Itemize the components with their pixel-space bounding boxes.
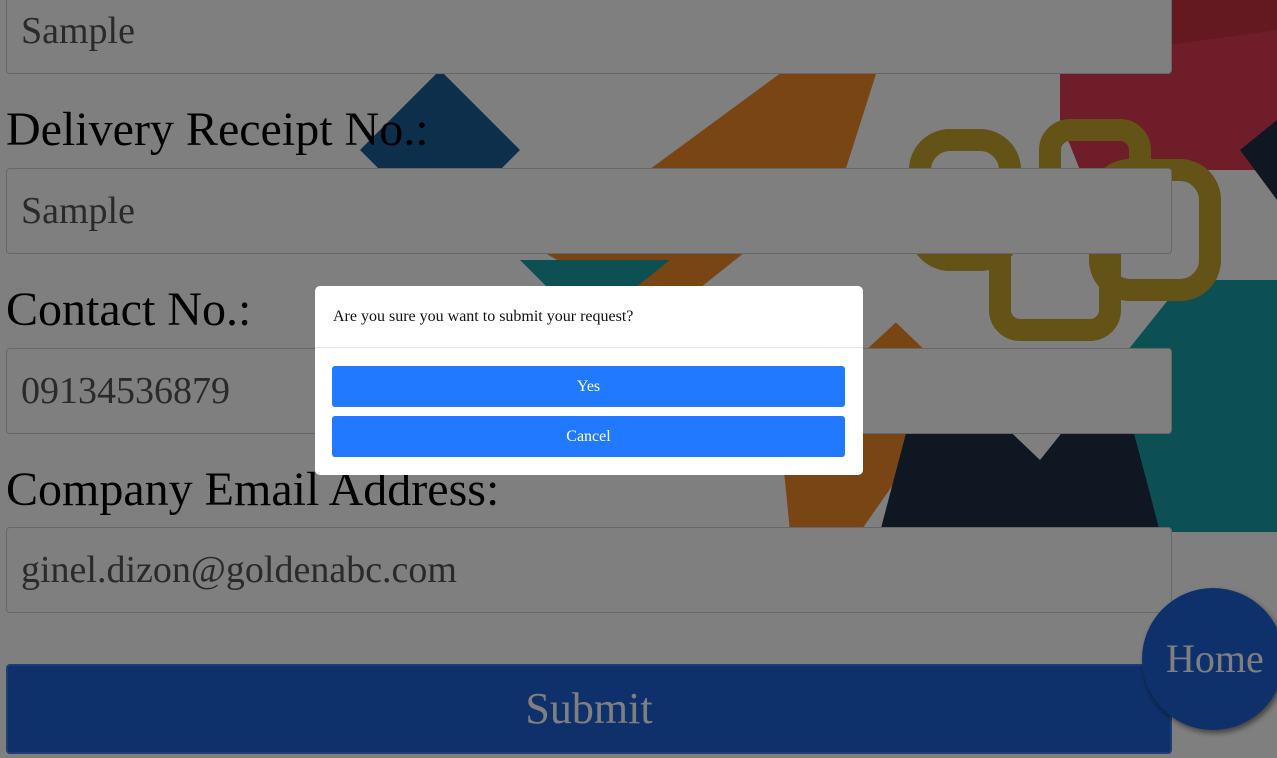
yes-button[interactable]: Yes [332, 366, 845, 407]
cancel-button[interactable]: Cancel [332, 416, 845, 457]
confirm-dialog: Are you sure you want to submit your req… [315, 286, 863, 475]
confirm-dialog-message: Are you sure you want to submit your req… [315, 286, 863, 348]
